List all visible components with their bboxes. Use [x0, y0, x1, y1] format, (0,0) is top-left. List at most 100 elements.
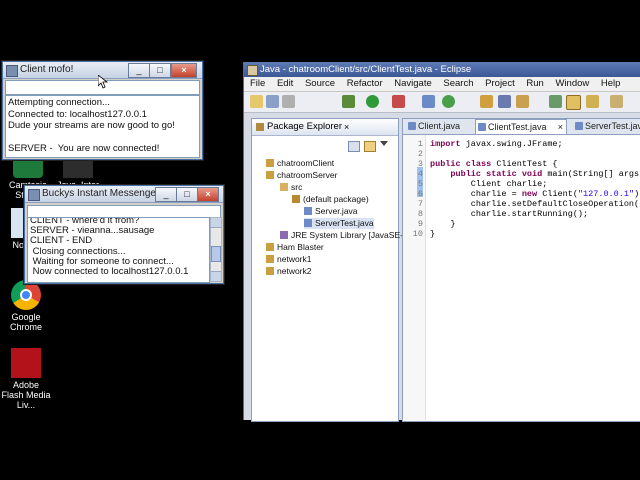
- source-folder-icon: [280, 183, 288, 191]
- new-icon[interactable]: [250, 95, 263, 108]
- java-file-icon: [478, 123, 486, 131]
- collapse-all-icon[interactable]: [348, 141, 360, 152]
- tree-item[interactable]: chatroomServer: [266, 170, 337, 181]
- package-explorer: Package Explorer × chatroomClient chatro…: [251, 118, 415, 422]
- chrome-icon: [11, 280, 41, 310]
- project-icon: [266, 255, 274, 263]
- minimize-button[interactable]: _: [128, 63, 150, 78]
- menu-bar: File Edit Source Refactor Navigate Searc…: [244, 77, 640, 92]
- project-icon: [266, 159, 274, 167]
- tab-clienttest-java[interactable]: ClientTest.java ×: [475, 119, 567, 134]
- close-tab-icon[interactable]: ×: [558, 120, 563, 134]
- search-icon[interactable]: [498, 95, 511, 108]
- chat-line: Connected to: localhost127.0.0.1: [8, 108, 147, 120]
- java-icon: [28, 189, 40, 201]
- run-icon[interactable]: [366, 95, 379, 108]
- package-explorer-header[interactable]: Package Explorer ×: [252, 119, 398, 136]
- menu-project[interactable]: Project: [485, 78, 515, 89]
- project-icon: [266, 267, 274, 275]
- tree-item[interactable]: Server.java: [304, 206, 358, 217]
- desktop-icon-adobe-flash[interactable]: Adobe Flash Media Liv...: [0, 348, 54, 410]
- java-file-icon: [304, 207, 312, 215]
- back-icon[interactable]: [586, 95, 599, 108]
- menu-help[interactable]: Help: [601, 78, 621, 89]
- desktop-icon-chrome[interactable]: Google Chrome: [0, 280, 54, 332]
- tree-item[interactable]: chatroomClient: [266, 158, 334, 169]
- pen-icon[interactable]: [516, 95, 529, 108]
- toolbar: [244, 92, 640, 113]
- new-class-icon[interactable]: [442, 95, 455, 108]
- tree-item[interactable]: (default package): [292, 194, 369, 205]
- minimize-button[interactable]: _: [155, 187, 177, 202]
- tree-item[interactable]: network1: [266, 254, 312, 265]
- server-window-titlebar[interactable]: Buckys Instant Messenger _ □ ×: [25, 186, 223, 203]
- menu-search[interactable]: Search: [443, 78, 473, 89]
- package-explorer-icon: [256, 123, 264, 131]
- menu-refactor[interactable]: Refactor: [347, 78, 383, 89]
- next-annotation-icon[interactable]: [549, 95, 562, 108]
- tree-item[interactable]: Ham Blaster: [266, 242, 324, 253]
- java-file-icon: [408, 122, 416, 130]
- menu-window[interactable]: Window: [555, 78, 589, 89]
- code-line: public class ClientTest {: [430, 159, 558, 169]
- scroll-down-arrow[interactable]: [211, 271, 221, 281]
- code-line: charlie.setDefaultCloseOperation(JFra: [430, 199, 640, 209]
- eclipse-window-title: Java - chatroomClient/src/ClientTest.jav…: [260, 64, 472, 75]
- chat-line: Attempting connection...: [8, 97, 110, 108]
- new-java-project-icon[interactable]: [422, 95, 435, 108]
- code-editor: Client.java ClientTest.java × ServerTest.…: [402, 118, 640, 422]
- tree-item[interactable]: network2: [266, 266, 312, 277]
- menu-edit[interactable]: Edit: [277, 78, 293, 89]
- code-text-area[interactable]: import javax.swing.JFrame; public class …: [403, 135, 640, 420]
- server-chat-area: CLIENT - where'd it from? SERVER - vieann…: [27, 217, 210, 283]
- adobe-flash-icon: [11, 348, 41, 378]
- debug-icon[interactable]: [342, 95, 355, 108]
- desktop-icon-label: Google Chrome: [9, 312, 42, 332]
- tree-item[interactable]: JRE System Library [JavaSE-1...: [280, 230, 415, 241]
- java-file-icon: [575, 122, 583, 130]
- server-window: Buckys Instant Messenger _ □ × CLIENT - …: [24, 185, 224, 284]
- save-icon[interactable]: [266, 95, 279, 108]
- menu-source[interactable]: Source: [305, 78, 335, 89]
- code-line: public static void main(String[] args) {: [430, 169, 640, 179]
- forward-icon[interactable]: [610, 95, 623, 108]
- desktop-icon-label: Adobe Flash Media Liv...: [1, 380, 51, 410]
- package-explorer-title: Package Explorer: [267, 121, 342, 132]
- project-icon: [266, 171, 274, 179]
- mouse-cursor-icon: [98, 75, 108, 89]
- open-type-icon[interactable]: [480, 95, 493, 108]
- external-tools-icon[interactable]: [392, 95, 405, 108]
- library-icon: [280, 231, 288, 239]
- menu-run[interactable]: Run: [526, 78, 543, 89]
- eclipse-titlebar[interactable]: Java - chatroomClient/src/ClientTest.jav…: [244, 62, 640, 77]
- print-icon[interactable]: [282, 95, 295, 108]
- project-icon: [266, 243, 274, 251]
- code-line: charlie = new Client("127.0.0.1");: [430, 189, 640, 199]
- tab-servertest-java[interactable]: ServerTest.java: [573, 119, 640, 133]
- package-icon: [292, 195, 300, 203]
- scroll-thumb[interactable]: [211, 246, 221, 262]
- code-line: }: [430, 229, 436, 239]
- close-button[interactable]: ×: [197, 187, 219, 202]
- code-line: Client charlie;: [430, 179, 548, 189]
- client-window-title: Client mofo!: [20, 64, 74, 75]
- menu-navigate[interactable]: Navigate: [394, 78, 432, 89]
- view-menu-icon[interactable]: [380, 141, 388, 146]
- java-icon: [6, 65, 18, 77]
- chat-line: Dude your streams are now good to go!: [8, 120, 175, 131]
- scroll-up-arrow[interactable]: [211, 218, 221, 228]
- client-chat-area: Attempting connection... Connected to: lo…: [5, 95, 200, 158]
- tree-item[interactable]: ServerTest.java: [304, 218, 374, 229]
- tab-client-java[interactable]: Client.java: [406, 119, 460, 133]
- link-editor-icon[interactable]: [364, 141, 376, 152]
- tree-item[interactable]: src: [280, 182, 302, 193]
- maximize-button[interactable]: □: [149, 63, 171, 78]
- close-button[interactable]: ×: [171, 63, 197, 78]
- maximize-button[interactable]: □: [176, 187, 198, 202]
- chat-line: Now connected to localhost127.0.0.1: [30, 266, 189, 278]
- menu-file[interactable]: File: [250, 78, 265, 89]
- server-chat-scrollbar[interactable]: [210, 217, 222, 282]
- server-window-title: Buckys Instant Messenger: [42, 188, 160, 199]
- highlight-icon[interactable]: [566, 95, 581, 110]
- close-view-icon[interactable]: ×: [344, 119, 349, 135]
